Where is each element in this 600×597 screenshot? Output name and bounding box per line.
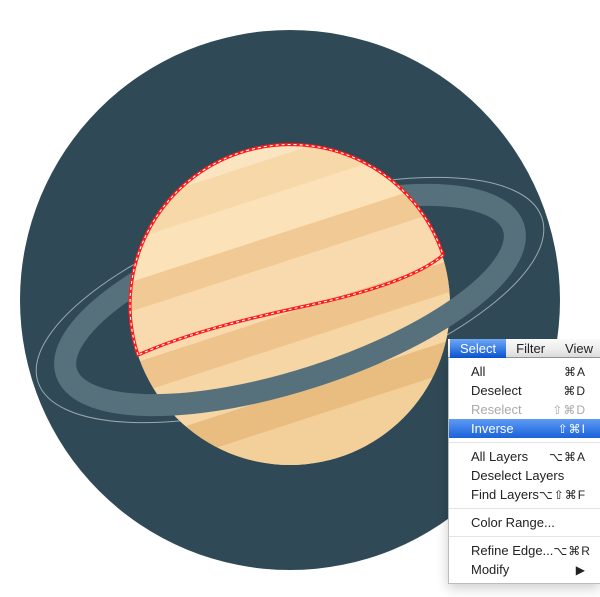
menubar-item-select[interactable]: Select (450, 339, 506, 358)
menu-label: Modify (471, 562, 509, 577)
menu-separator (449, 536, 600, 537)
select-menu: All ⌘A Deselect ⌘D Reselect ⇧⌘D Inverse … (448, 358, 600, 584)
menubar-item-view[interactable]: View (555, 339, 600, 358)
menu-separator (449, 508, 600, 509)
menu-item-deselect-layers[interactable]: Deselect Layers (449, 466, 600, 485)
menubar-item-filter[interactable]: Filter (506, 339, 555, 358)
menu-shortcut: ⌥⇧⌘F (539, 488, 586, 502)
menu-label: Inverse (471, 421, 514, 436)
menu-label: Reselect (471, 402, 522, 417)
menu-label: Color Range... (471, 515, 555, 530)
menu-item-all[interactable]: All ⌘A (449, 362, 600, 381)
menu-label: All Layers (471, 449, 528, 464)
menu-shortcut: ⌥⌘A (549, 450, 586, 464)
menu-item-deselect[interactable]: Deselect ⌘D (449, 381, 600, 400)
menu-shortcut: ⇧⌘D (552, 403, 586, 417)
menu-label: Deselect (471, 383, 522, 398)
menu-item-reselect: Reselect ⇧⌘D (449, 400, 600, 419)
menu-shortcut: ⌘A (564, 365, 586, 379)
menu-shortcut: ⇧⌘I (558, 422, 586, 436)
menu-label: Refine Edge... (471, 543, 553, 558)
menu-item-modify[interactable]: Modify ▶ (449, 560, 600, 579)
menu-label: Find Layers (471, 487, 539, 502)
menu-item-find-layers[interactable]: Find Layers ⌥⇧⌘F (449, 485, 600, 504)
menu-item-inverse[interactable]: Inverse ⇧⌘I (449, 419, 600, 438)
submenu-arrow-icon: ▶ (576, 563, 586, 577)
menu-item-all-layers[interactable]: All Layers ⌥⌘A (449, 447, 600, 466)
menu-item-color-range[interactable]: Color Range... (449, 513, 600, 532)
menu-label: Deselect Layers (471, 468, 564, 483)
menu-item-refine-edge[interactable]: Refine Edge... ⌥⌘R (449, 541, 600, 560)
menu-shortcut: ⌥⌘R (553, 544, 591, 558)
menu-separator (449, 442, 600, 443)
menu-shortcut: ⌘D (563, 384, 586, 398)
menubar: Select Filter View Windo (448, 339, 600, 358)
menu-label: All (471, 364, 485, 379)
